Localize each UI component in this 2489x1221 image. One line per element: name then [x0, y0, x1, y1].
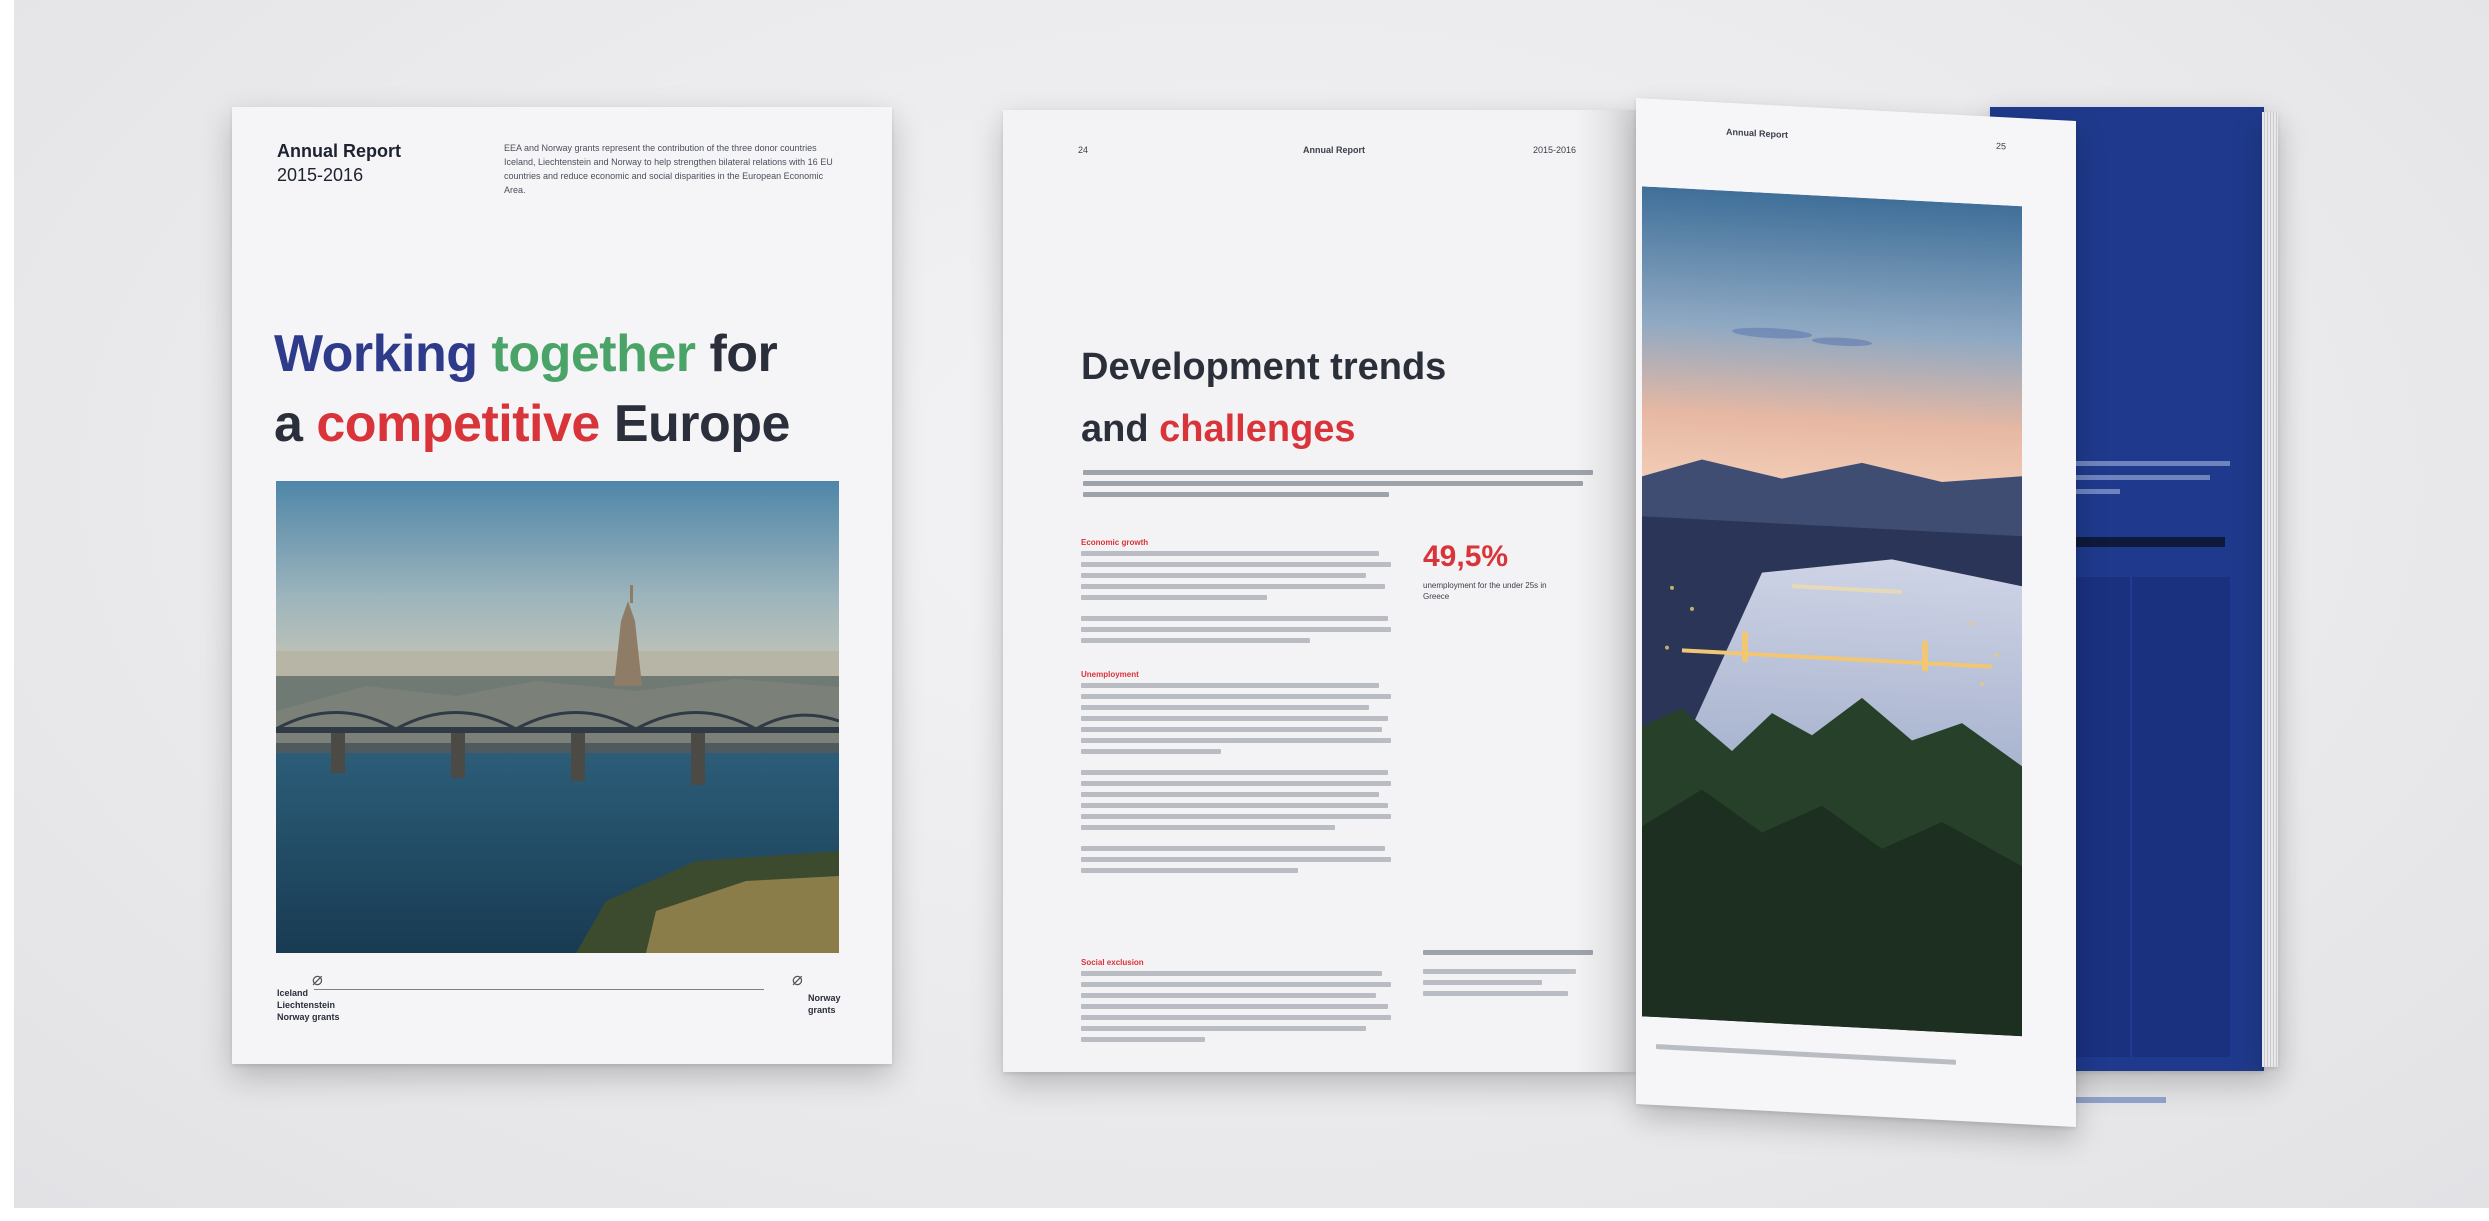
section-unemployment: Unemployment — [1081, 670, 1391, 879]
footer-donor-norway: Norway grants — [277, 1012, 340, 1022]
stat-value: 49,5% — [1423, 540, 1509, 573]
stat-caption: unemployment for the under 25s in Greece — [1423, 581, 1547, 601]
spread-right-page-number: 25 — [1996, 140, 2007, 152]
cover-report-years: 2015-2016 — [277, 165, 364, 185]
headline-word-a: a — [274, 395, 303, 453]
cover-headline: Working together for a competitive Europ… — [274, 319, 874, 459]
footer-norway: Norway — [808, 993, 841, 1003]
headline-word-competitive: competitive — [316, 395, 600, 453]
spread-left-page-number: 24 — [1078, 145, 1089, 155]
headline-word-working: Working — [274, 325, 478, 383]
footer-donor-liechtenstein: Liechtenstein — [277, 1000, 336, 1010]
spread-headline-line1: Development trends — [1081, 346, 1447, 388]
spread-photo-caption — [1656, 1044, 1956, 1074]
cover-report-title: Annual Report — [277, 141, 401, 161]
report-cover: Annual Report 2015-2016 EEA and Norway g… — [232, 107, 892, 1064]
image-border-bottom — [0, 1208, 2489, 1221]
headline-word-for: for — [709, 325, 778, 383]
pull-quote — [1423, 950, 1593, 1004]
spread-right-page: Annual Report 25 — [1636, 98, 2076, 1128]
cover-intro-text: EEA and Norway grants represent the cont… — [504, 143, 833, 195]
section-economic-growth-heading: Economic growth — [1081, 538, 1149, 547]
footer-donor-iceland: Iceland — [277, 988, 309, 998]
spread-headline-and: and — [1081, 408, 1149, 450]
spread-headline: Development trends and challenges — [1081, 336, 1601, 460]
section-social-exclusion: Social exclusion — [1081, 958, 1391, 1048]
spread-lead-paragraph — [1083, 470, 1593, 516]
headline-word-together: together — [491, 325, 697, 383]
section-social-exclusion-heading: Social exclusion — [1081, 958, 1144, 967]
gutter-shadow — [1576, 110, 1636, 1072]
cover-footer-norway-grants: Norway grants — [808, 992, 841, 1016]
spread-left-running-header: Annual Report — [1303, 145, 1365, 155]
section-economic-growth: Economic growth — [1081, 538, 1391, 649]
section-unemployment-heading: Unemployment — [1081, 670, 1139, 679]
spread-left-page: 24 Annual Report 2015-2016 Development t… — [1003, 110, 1636, 1072]
cover-footer-donors: Iceland Liechtenstein Norway grants — [277, 987, 340, 1023]
cover-footer-divider — [314, 989, 764, 990]
cover-photo-riga-bridge — [276, 481, 839, 953]
spread-right-running-header: Annual Report — [1726, 126, 1788, 140]
spread-left-years: 2015-2016 — [1533, 145, 1577, 155]
spread-headline-line2: and challenges — [1081, 398, 1601, 460]
image-border-left — [0, 0, 14, 1221]
page-stack-edge — [2262, 112, 2278, 1067]
spread-photo-budapest-dusk — [1642, 186, 2022, 1037]
footer-grants: grants — [808, 1005, 836, 1015]
spread-headline-challenges: challenges — [1159, 408, 1356, 450]
bicycle-logo-icon: ⌀ — [792, 969, 803, 989]
headline-word-europe: Europe — [613, 395, 791, 453]
